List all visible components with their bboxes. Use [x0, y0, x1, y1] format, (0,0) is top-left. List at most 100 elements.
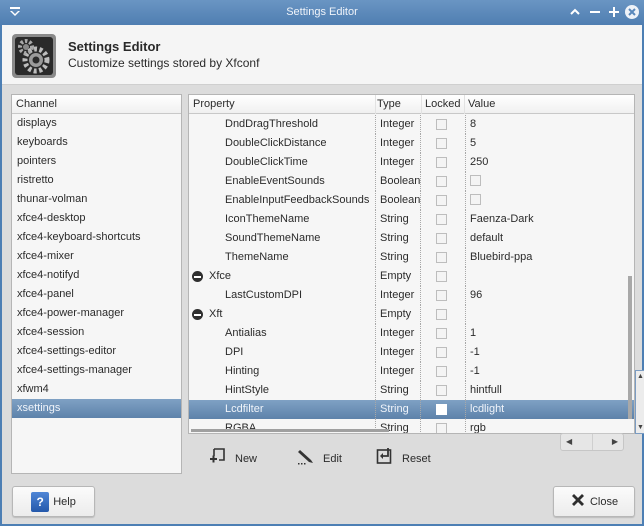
scroll-down-arrow-icon[interactable]: ▼ — [637, 424, 644, 431]
property-row-doubleclicktime[interactable]: DoubleClickTime Integer 250 — [189, 153, 634, 172]
column-header-property[interactable]: Property — [193, 95, 235, 114]
channel-column-header[interactable]: Channel — [12, 95, 181, 114]
property-row-lcdfilter[interactable]: Lcdfilter String lcdlight — [189, 400, 634, 419]
property-value[interactable] — [465, 305, 470, 324]
property-value[interactable] — [465, 267, 470, 286]
locked-checkbox[interactable] — [436, 176, 447, 187]
close-window-button[interactable] — [624, 4, 640, 20]
property-tree: Property Type Locked Value DndDragThresh… — [188, 94, 635, 434]
locked-checkbox[interactable] — [436, 214, 447, 225]
property-row-themename[interactable]: ThemeName String Bluebird-ppa — [189, 248, 634, 267]
scroll-up-arrow-icon[interactable]: ▲ — [637, 373, 644, 380]
locked-checkbox[interactable] — [436, 309, 447, 320]
property-value[interactable]: rgb — [465, 419, 486, 433]
channel-item-xsettings[interactable]: xsettings — [12, 399, 181, 418]
vertical-scrollbar[interactable] — [628, 276, 632, 419]
value-cell — [465, 191, 481, 210]
channel-item-keyboards[interactable]: keyboards — [12, 133, 181, 152]
horizontal-scroll-stepper[interactable]: ◀ ▶ — [560, 433, 624, 451]
property-value[interactable]: -1 — [465, 343, 480, 362]
locked-cell — [420, 286, 466, 305]
channel-item-ristretto[interactable]: ristretto — [12, 171, 181, 190]
channel-item-displays[interactable]: displays — [12, 114, 181, 133]
property-row-hintstyle[interactable]: HintStyle String hintfull — [189, 381, 634, 400]
property-value[interactable]: -1 — [465, 362, 480, 381]
channel-item-xfce4-notifyd[interactable]: xfce4-notifyd — [12, 266, 181, 285]
maximize-button[interactable] — [606, 4, 622, 20]
property-row-hinting[interactable]: Hinting Integer -1 — [189, 362, 634, 381]
property-row-lastcustomdpi[interactable]: LastCustomDPI Integer 96 — [189, 286, 634, 305]
shade-button[interactable] — [567, 4, 583, 20]
collapse-icon[interactable] — [192, 309, 203, 320]
locked-checkbox[interactable] — [436, 347, 447, 358]
property-row-xfce[interactable]: Xfce Empty — [189, 267, 634, 286]
locked-checkbox[interactable] — [436, 195, 447, 206]
property-name: DoubleClickDistance — [225, 137, 327, 149]
locked-checkbox[interactable] — [436, 328, 447, 339]
horizontal-scrollbar[interactable] — [191, 429, 389, 432]
scroll-right-arrow-icon[interactable]: ▶ — [612, 437, 618, 446]
locked-checkbox[interactable] — [436, 366, 447, 377]
locked-cell — [420, 210, 466, 229]
property-row-doubleclickdistance[interactable]: DoubleClickDistance Integer 5 — [189, 134, 634, 153]
locked-checkbox[interactable] — [436, 233, 447, 244]
value-checkbox[interactable] — [470, 174, 481, 186]
property-type: Empty — [375, 305, 411, 324]
property-value[interactable]: 250 — [465, 153, 488, 172]
close-button[interactable]: Close — [553, 486, 635, 517]
property-value[interactable]: lcdlight — [465, 400, 504, 419]
column-header-type[interactable]: Type — [375, 95, 401, 114]
channel-item-xfce4-settings-manager[interactable]: xfce4-settings-manager — [12, 361, 181, 380]
channel-item-xfce4-keyboard-shortcuts[interactable]: xfce4-keyboard-shortcuts — [12, 228, 181, 247]
property-value[interactable]: Bluebird-ppa — [465, 248, 532, 267]
locked-checkbox[interactable] — [436, 138, 447, 149]
channel-item-thunar-volman[interactable]: thunar-volman — [12, 190, 181, 209]
locked-checkbox[interactable] — [436, 157, 447, 168]
property-row-enableeventsounds[interactable]: EnableEventSounds Boolean — [189, 172, 634, 191]
vertical-scroll-stepper[interactable]: ▲ ▼ — [635, 370, 644, 434]
channel-item-xfwm4[interactable]: xfwm4 — [12, 380, 181, 399]
reset-property-button[interactable]: Reset — [376, 448, 431, 470]
property-type: Boolean — [375, 191, 420, 210]
channel-item-pointers[interactable]: pointers — [12, 152, 181, 171]
help-button[interactable]: ? Help — [12, 486, 95, 517]
locked-checkbox[interactable] — [436, 385, 447, 396]
property-tree-header: Property Type Locked Value — [189, 95, 634, 114]
property-row-enableinputfeedbacksounds[interactable]: EnableInputFeedbackSounds Boolean — [189, 191, 634, 210]
channel-item-xfce4-power-manager[interactable]: xfce4-power-manager — [12, 304, 181, 323]
collapse-icon[interactable] — [192, 271, 203, 282]
property-row-antialias[interactable]: Antialias Integer 1 — [189, 324, 634, 343]
locked-checkbox[interactable] — [436, 119, 447, 130]
scroll-left-arrow-icon[interactable]: ◀ — [566, 437, 572, 446]
property-row-soundthemename[interactable]: SoundThemeName String default — [189, 229, 634, 248]
channel-item-xfce4-panel[interactable]: xfce4-panel — [12, 285, 181, 304]
channel-item-xfce4-settings-editor[interactable]: xfce4-settings-editor — [12, 342, 181, 361]
edit-property-button[interactable]: Edit — [297, 448, 342, 470]
property-row-iconthemename[interactable]: IconThemeName String Faenza-Dark — [189, 210, 634, 229]
property-value[interactable]: 8 — [465, 115, 476, 134]
reset-label: Reset — [402, 453, 431, 465]
channel-item-xfce4-session[interactable]: xfce4-session — [12, 323, 181, 342]
property-row-dnddragthreshold[interactable]: DndDragThreshold Integer 8 — [189, 115, 634, 134]
locked-checkbox[interactable] — [436, 290, 447, 301]
property-value[interactable]: Faenza-Dark — [465, 210, 534, 229]
property-name: EnableInputFeedbackSounds — [225, 194, 370, 206]
value-checkbox[interactable] — [470, 193, 481, 205]
locked-checkbox[interactable] — [436, 404, 447, 415]
locked-checkbox[interactable] — [436, 252, 447, 263]
new-property-button[interactable]: New — [209, 448, 257, 470]
column-header-value[interactable]: Value — [464, 95, 495, 114]
column-header-locked[interactable]: Locked — [421, 95, 460, 114]
property-value[interactable]: 5 — [465, 134, 476, 153]
property-row-xft[interactable]: Xft Empty — [189, 305, 634, 324]
locked-checkbox[interactable] — [436, 271, 447, 282]
property-value[interactable]: default — [465, 229, 503, 248]
property-row-dpi[interactable]: DPI Integer -1 — [189, 343, 634, 362]
channel-item-xfce4-mixer[interactable]: xfce4-mixer — [12, 247, 181, 266]
property-value[interactable]: 96 — [465, 286, 482, 305]
locked-checkbox[interactable] — [436, 423, 447, 433]
property-value[interactable]: hintfull — [465, 381, 502, 400]
minimize-button[interactable] — [587, 4, 603, 20]
property-value[interactable]: 1 — [465, 324, 476, 343]
channel-item-xfce4-desktop[interactable]: xfce4-desktop — [12, 209, 181, 228]
